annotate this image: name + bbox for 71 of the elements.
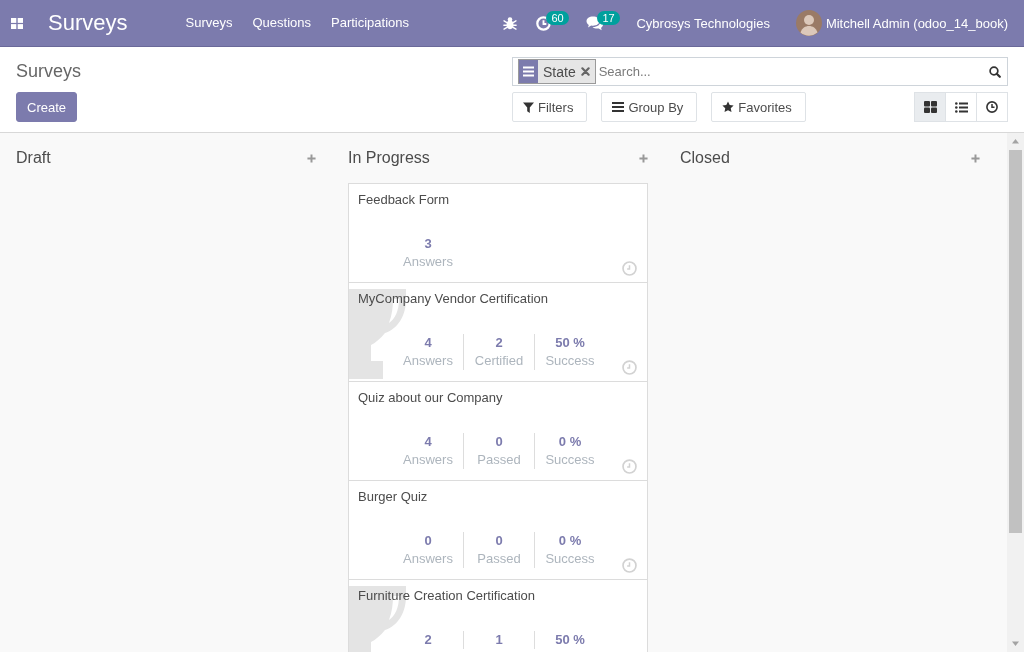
stat-value: 50 %: [555, 631, 585, 649]
kanban-view-button[interactable]: [914, 92, 946, 122]
column-title: Draft: [16, 149, 51, 167]
search-input[interactable]: Search...: [595, 64, 989, 79]
stat-value: 0: [495, 532, 503, 550]
stat-label: Certified: [474, 352, 524, 370]
search-bar[interactable]: State Search...: [512, 57, 1008, 86]
stat-value: 0 %: [558, 532, 582, 550]
search-icon[interactable]: [989, 65, 1001, 78]
stat-value: 50 %: [555, 334, 585, 352]
stat-value: 2: [424, 631, 432, 649]
group-by-button[interactable]: Group By: [601, 92, 698, 122]
kanban-card[interactable]: Burger Quiz 0 Answers 0 Passed 0 % Success: [348, 480, 648, 580]
app-name[interactable]: Surveys: [48, 10, 128, 36]
favorites-button[interactable]: Favorites: [711, 92, 806, 122]
stat-label: Answers: [403, 352, 453, 370]
stat-value: 0 %: [558, 433, 582, 451]
stat-value: 0: [424, 532, 432, 550]
stat-value: 4: [424, 334, 432, 352]
column-title: In Progress: [348, 149, 430, 167]
stat-label: Answers: [403, 451, 453, 469]
plus-icon[interactable]: [307, 153, 316, 163]
stat-label: Answers: [403, 253, 453, 271]
stat-label: Success: [545, 451, 595, 469]
stat-label: Answers: [403, 550, 453, 568]
list-view-button[interactable]: [945, 92, 977, 122]
card-title: MyCompany Vendor Certification: [358, 291, 549, 307]
remove-icon[interactable]: [580, 67, 590, 76]
stat-value: 2: [495, 334, 503, 352]
grid-icon: [923, 101, 937, 113]
card-title: Feedback Form: [358, 192, 450, 208]
scrollbar[interactable]: [1007, 133, 1024, 652]
avatar-icon: [795, 10, 822, 36]
column-title: Closed: [680, 149, 730, 167]
stat-label: Success: [545, 550, 595, 568]
facet-label: State: [542, 63, 577, 80]
stat-value: 4: [424, 433, 432, 451]
filter-icon: [523, 101, 534, 113]
stat-value: 1: [495, 631, 503, 649]
grid-icon[interactable]: [11, 17, 23, 29]
clock-icon: [986, 101, 998, 113]
card-title: Furniture Creation Certification: [358, 588, 536, 604]
card-title: Quiz about our Company: [358, 390, 503, 406]
kanban-card[interactable]: Furniture Creation Certification 2 1 50 %: [348, 579, 648, 652]
plus-icon[interactable]: [639, 153, 648, 163]
list-icon: [519, 60, 538, 83]
stat-label: Success: [545, 352, 595, 370]
company-switcher[interactable]: Cybrosys Technologies: [636, 15, 770, 31]
user-menu[interactable]: Mitchell Admin (odoo_14_book): [795, 10, 1008, 36]
filters-button[interactable]: Filters: [512, 92, 588, 122]
menu-item[interactable]: Participations: [321, 0, 420, 46]
create-button[interactable]: Create: [16, 92, 78, 122]
bars-icon: [612, 102, 625, 112]
kanban-card[interactable]: Feedback Form 3 Answers: [348, 183, 648, 283]
stat-label: Passed: [477, 550, 521, 568]
kanban-card[interactable]: Quiz about our Company 4 Answers 0 Passed 0 % Success: [348, 381, 648, 481]
breadcrumb: Surveys: [16, 61, 82, 82]
stat-value: 0: [495, 433, 503, 451]
activity-view-button[interactable]: [976, 92, 1008, 122]
list-icon: [954, 101, 968, 113]
stat-value: 3: [424, 235, 432, 253]
bug-icon[interactable]: [503, 16, 518, 30]
card-title: Burger Quiz: [358, 489, 428, 505]
menu-item[interactable]: Surveys: [175, 0, 243, 46]
star-icon: [722, 101, 735, 113]
stat-label: Passed: [477, 451, 521, 469]
menu-item[interactable]: Questions: [242, 0, 321, 46]
kanban-card[interactable]: MyCompany Vendor Certification 4 Answers 2 Certified 50 % Success: [348, 282, 648, 382]
plus-icon[interactable]: [971, 153, 980, 163]
counter-badge: 17: [597, 10, 620, 25]
counter-badge: 60: [546, 10, 569, 25]
